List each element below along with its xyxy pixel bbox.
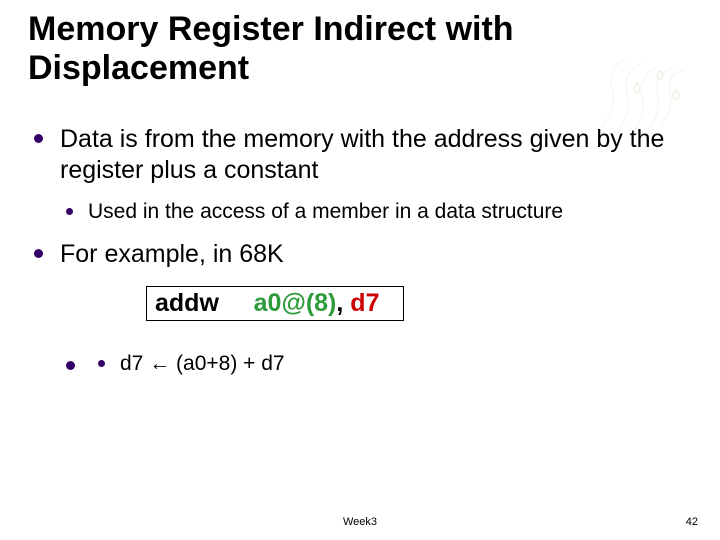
sub-list-1: Used in the access of a member in a data… [60, 199, 692, 225]
sub-bullet-text: d7 ← (a0+8) + d7 [120, 351, 692, 377]
code-comma: , [336, 289, 350, 317]
bullet-text: For example, in 68K [60, 239, 692, 270]
sub-list-2: d7 ← (a0+8) + d7 [92, 351, 692, 377]
sub-bullet-item: Used in the access of a member in a data… [60, 199, 692, 225]
page-number: 42 [686, 516, 698, 528]
slide-content: Memory Register Indirect with Displaceme… [0, 0, 720, 377]
code-operand-src: a0@(8) [254, 289, 337, 317]
main-bullet-list: Data is from the memory with the address… [28, 124, 692, 270]
code-operand-dst: d7 [350, 289, 379, 317]
page-title: Memory Register Indirect with Displaceme… [28, 10, 692, 88]
sub-bullet-text: Used in the access of a member in a data… [88, 199, 692, 225]
code-mnemonic: addw [155, 289, 219, 317]
bullet-text: Data is from the memory with the address… [60, 124, 692, 187]
footer-label: Week3 [343, 516, 377, 528]
code-line: addw a0@(8), d7 [155, 289, 379, 317]
post-bullet-list: d7 ← (a0+8) + d7 [60, 351, 692, 377]
code-spacer [219, 289, 254, 317]
bullet-item-2: For example, in 68K [28, 239, 692, 270]
code-example-box: addw a0@(8), d7 [146, 286, 404, 321]
sub-bullet-item: d7 ← (a0+8) + d7 [92, 351, 692, 377]
bullet-item-1: Data is from the memory with the address… [28, 124, 692, 225]
